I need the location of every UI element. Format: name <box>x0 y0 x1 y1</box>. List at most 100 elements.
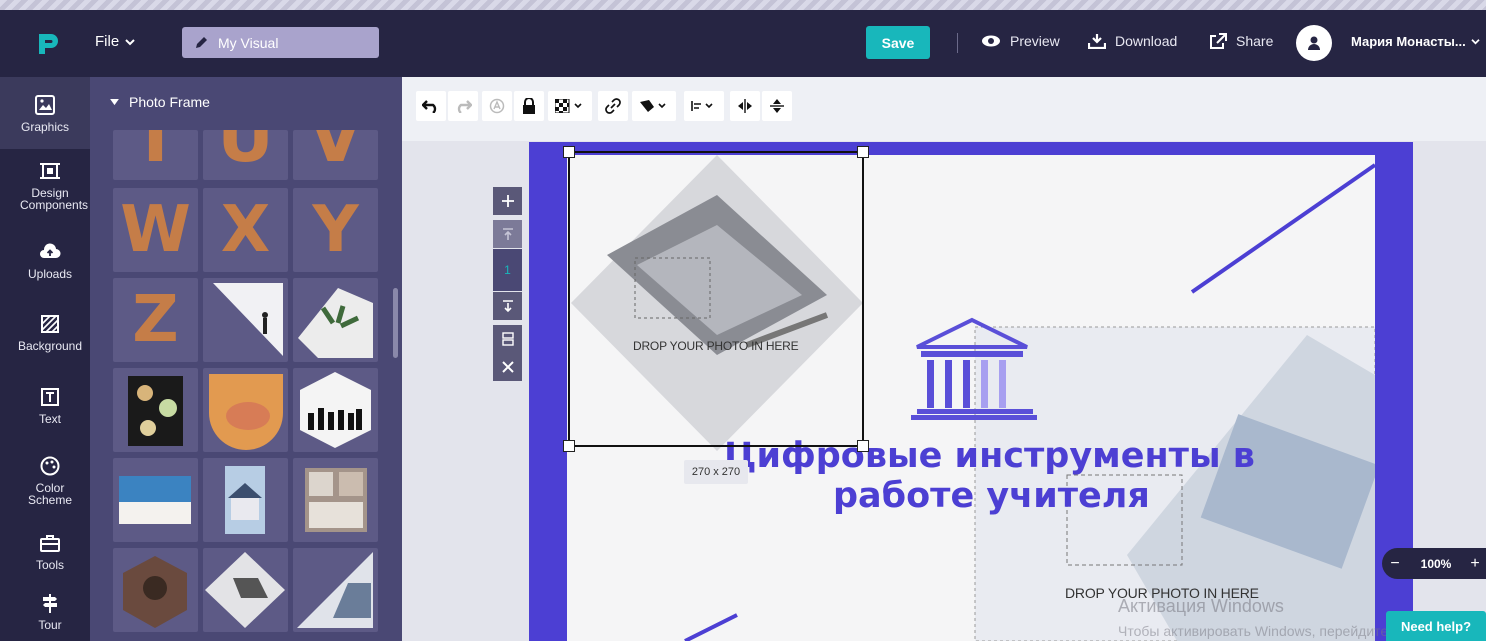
frame-thumb-letter-t[interactable]: T <box>113 130 198 180</box>
user-menu[interactable]: Мария Монасты... <box>1351 34 1480 49</box>
nav-label-graphics: Graphics <box>20 120 70 134</box>
frame-thumb-letter-y[interactable]: Y <box>293 188 378 272</box>
frame-thumb-laptop[interactable] <box>203 548 288 632</box>
letter-frame-x: X <box>220 193 271 267</box>
frame-thumb-tablet[interactable] <box>293 548 378 632</box>
nav-item-uploads[interactable]: Uploads <box>0 241 100 280</box>
flip-vertical-button[interactable] <box>762 91 792 121</box>
duplicate-block-button[interactable] <box>493 325 522 353</box>
undo-icon <box>422 100 437 113</box>
align-left-icon <box>691 101 713 111</box>
frame-thumb-hexagon-people[interactable] <box>293 368 378 452</box>
recolor-button[interactable] <box>482 91 512 121</box>
download-button[interactable]: Download <box>1088 33 1177 49</box>
nav-item-tools[interactable]: Tools <box>0 532 100 571</box>
delete-block-button[interactable] <box>493 353 522 381</box>
frame-thumb-sea[interactable] <box>113 458 198 542</box>
interior-frame-image <box>305 468 367 532</box>
redo-button[interactable] <box>448 91 478 121</box>
lock-button[interactable] <box>514 91 544 121</box>
text-icon <box>41 388 59 406</box>
windows-activation-title: Активация Windows <box>1118 596 1284 616</box>
background-icon <box>41 315 59 333</box>
nav-item-graphics[interactable]: Graphics <box>0 77 90 149</box>
sea-frame-image <box>119 476 191 524</box>
user-icon <box>1308 36 1320 50</box>
nav-item-tour[interactable]: Tour <box>0 592 100 631</box>
girl-frame-image <box>123 556 187 628</box>
frame-thumb-house[interactable] <box>203 458 288 542</box>
file-menu[interactable]: File <box>95 33 135 50</box>
frame-thumb-letter-w[interactable]: W <box>113 188 198 272</box>
frame-thumb-interior[interactable] <box>293 458 378 542</box>
panel-title: Photo Frame <box>129 94 210 110</box>
frame-thumb-plant[interactable] <box>293 278 378 362</box>
preview-button[interactable]: Preview <box>981 33 1060 49</box>
save-button[interactable]: Save <box>866 26 930 59</box>
lock-icon <box>523 98 535 114</box>
house-frame-image <box>225 466 265 534</box>
link-icon <box>605 98 621 114</box>
nav-label-background: Background <box>17 339 83 353</box>
share-button[interactable]: Share <box>1209 33 1273 49</box>
decorative-line-bottom <box>684 613 738 641</box>
frame-thumb-hexagon-girl[interactable] <box>113 548 198 632</box>
visual-name-field[interactable]: My Visual <box>182 27 379 58</box>
flip-horizontal-icon <box>738 99 752 113</box>
frame-thumb-letter-v[interactable]: V <box>293 130 378 180</box>
photo-frame-section-toggle[interactable]: Photo Frame <box>110 94 210 110</box>
piktochart-logo-icon[interactable] <box>36 30 60 56</box>
frame-thumb-diagonal[interactable] <box>203 278 288 362</box>
undo-button[interactable] <box>416 91 446 121</box>
frame-thumb-food[interactable] <box>113 368 198 452</box>
caret-down-icon <box>110 98 119 105</box>
laptop-frame-image <box>205 552 285 628</box>
preview-label: Preview <box>1010 33 1060 49</box>
nav-item-color-scheme[interactable]: Color Scheme <box>0 455 100 506</box>
align-button[interactable] <box>684 91 724 121</box>
selection-box[interactable] <box>568 151 864 447</box>
frame-thumb-letter-u[interactable]: U <box>203 130 288 180</box>
nav-item-background[interactable]: Background <box>0 313 100 352</box>
avatar[interactable] <box>1296 25 1332 61</box>
transparency-button[interactable] <box>548 91 592 121</box>
crop-shape-button[interactable] <box>632 91 676 121</box>
nav-item-design-components[interactable]: Design Components <box>0 160 100 211</box>
tablet-frame-image <box>297 552 373 628</box>
move-block-up-button[interactable] <box>493 220 522 248</box>
frame-thumb-letter-x[interactable]: X <box>203 188 288 272</box>
zoom-level: 100% <box>1420 556 1452 571</box>
page-number: 1 <box>493 249 522 291</box>
decorative-line-top <box>1190 163 1375 294</box>
link-button[interactable] <box>598 91 628 121</box>
flip-horizontal-button[interactable] <box>730 91 760 121</box>
components-icon <box>40 163 60 179</box>
frame-thumb-spa[interactable] <box>203 368 288 452</box>
chevron-down-icon <box>125 38 135 45</box>
need-help-button[interactable]: Need help? <box>1386 611 1486 641</box>
decorative-stripe <box>0 0 1486 10</box>
zoom-out-button[interactable]: − <box>1382 555 1408 573</box>
add-block-button[interactable] <box>493 187 522 215</box>
resize-handle-bottom-right[interactable] <box>857 440 869 452</box>
visual-name-text: My Visual <box>218 34 279 51</box>
resize-handle-top-left[interactable] <box>563 146 575 158</box>
frame-thumb-letter-z[interactable]: Z <box>113 278 198 362</box>
panel-scrollbar[interactable] <box>393 288 398 358</box>
resize-handle-bottom-left[interactable] <box>563 440 575 452</box>
resize-handle-top-right[interactable] <box>857 146 869 158</box>
move-block-down-button[interactable] <box>493 292 522 320</box>
download-icon <box>1088 34 1106 49</box>
graphics-icon <box>35 95 55 115</box>
flip-vertical-icon <box>770 99 784 113</box>
nav-item-text[interactable]: Text <box>0 386 100 425</box>
zoom-in-button[interactable]: + <box>1464 555 1486 573</box>
duplicate-icon <box>501 332 514 346</box>
size-tooltip: 270 x 270 <box>684 460 748 484</box>
nav-label-text: Text <box>38 412 61 426</box>
shape-tag-icon <box>640 100 666 112</box>
user-name-label: Мария Монасты... <box>1351 34 1466 49</box>
close-icon <box>501 361 514 373</box>
heading-line-2[interactable]: работе учителя <box>833 476 1150 516</box>
nav-label-design-components: Design Components <box>20 186 89 212</box>
